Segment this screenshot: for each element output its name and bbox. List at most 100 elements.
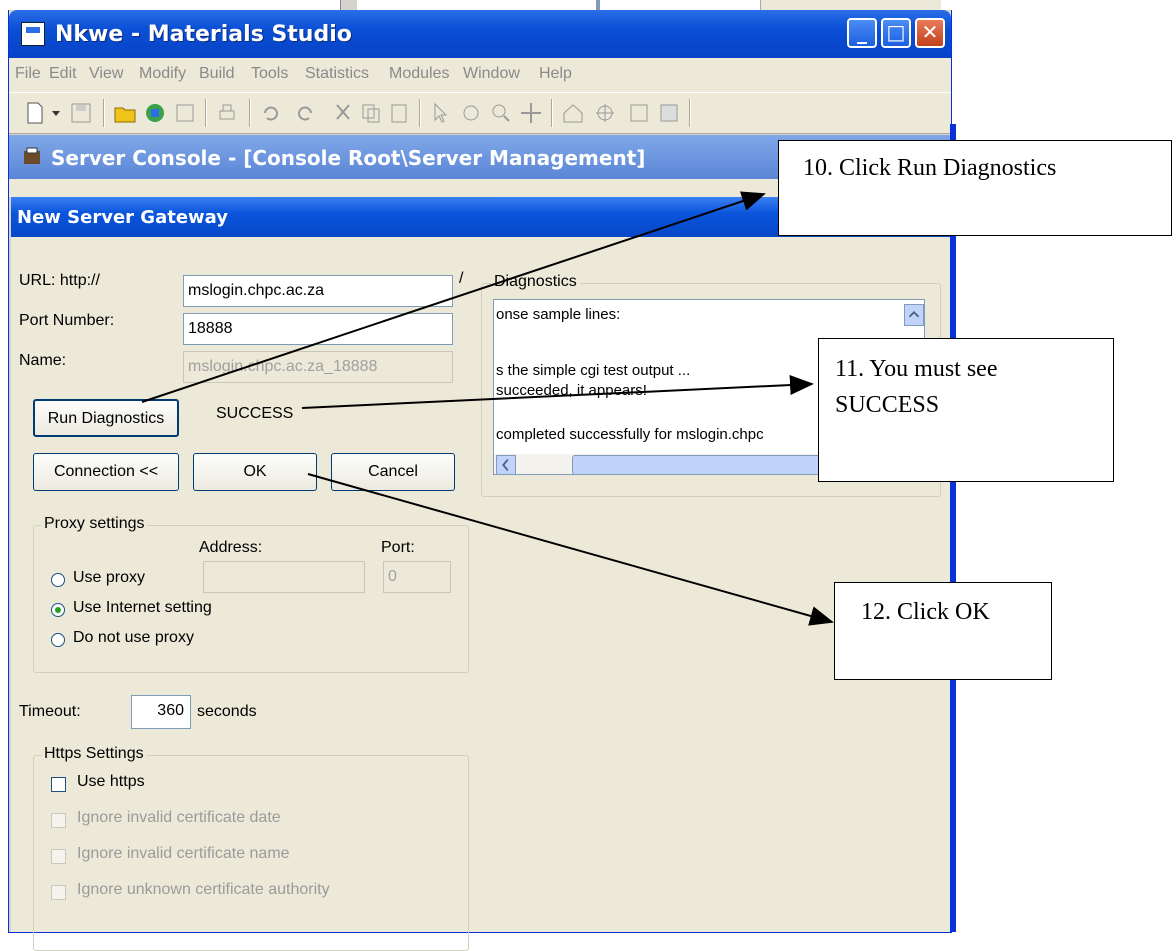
ignore-cert-name-checkbox: [51, 849, 66, 864]
menu-help[interactable]: Help: [539, 65, 572, 83]
center-icon[interactable]: [593, 101, 617, 125]
export-icon[interactable]: [173, 101, 197, 125]
copy-icon[interactable]: [359, 101, 383, 125]
menu-tools[interactable]: Tools: [251, 65, 288, 83]
callout-step-12-text: 12. Click OK: [861, 599, 990, 625]
connection-toggle-button[interactable]: Connection <<: [33, 453, 179, 491]
translate-icon[interactable]: [519, 101, 543, 125]
home-view-icon[interactable]: [561, 101, 585, 125]
run-diagnostics-button[interactable]: Run Diagnostics: [33, 399, 179, 437]
use-proxy-label: Use proxy: [73, 569, 146, 586]
select-arrow-icon[interactable]: [429, 101, 453, 125]
menu-edit[interactable]: Edit: [49, 65, 77, 83]
use-proxy-radio[interactable]: [51, 573, 65, 587]
ignore-unknown-ca-label: Ignore unknown certificate authority: [77, 881, 330, 898]
callout-step-10: 10. Click Run Diagnostics: [778, 140, 1172, 236]
diagnostics-line: succeeded, it appears!: [496, 382, 647, 399]
proxy-port-label: Port:: [381, 539, 415, 556]
zoom-icon[interactable]: [489, 101, 513, 125]
undo-icon[interactable]: [259, 101, 283, 125]
port-label: Port Number:: [19, 312, 115, 329]
redo-icon[interactable]: [293, 101, 317, 125]
chevron-up-icon: [908, 311, 920, 318]
main-titlebar: Nkwe - Materials Studio _ □ ✕: [9, 10, 951, 58]
server-console-icon: [24, 147, 40, 164]
save-icon[interactable]: [69, 101, 93, 125]
menu-modules[interactable]: Modules: [389, 65, 449, 83]
ok-button[interactable]: OK: [193, 453, 317, 491]
main-menubar: File Edit View Modify Build Tools Statis…: [9, 58, 951, 92]
toolbar-separator: [205, 99, 207, 127]
open-folder-icon[interactable]: [113, 101, 137, 125]
application-icon: [21, 22, 45, 46]
use-internet-setting-radio[interactable]: [51, 603, 65, 617]
use-https-label: Use https: [77, 773, 145, 790]
timeout-label: Timeout:: [19, 703, 81, 720]
dialog-title: New Server Gateway: [17, 207, 228, 228]
toolbar-separator: [551, 99, 553, 127]
use-internet-setting-label: Use Internet setting: [73, 599, 212, 616]
do-not-use-proxy-radio[interactable]: [51, 633, 65, 647]
cut-icon[interactable]: [331, 101, 355, 125]
ignore-cert-date-checkbox: [51, 813, 66, 828]
print-icon[interactable]: [215, 101, 239, 125]
menu-statistics[interactable]: Statistics: [305, 65, 369, 83]
callout-step-11-line2: SUCCESS: [835, 392, 940, 418]
main-window-title: Nkwe - Materials Studio: [55, 22, 352, 47]
https-settings-label: Https Settings: [41, 745, 147, 763]
maximize-button[interactable]: □: [881, 18, 911, 48]
toolbar-separator: [103, 99, 105, 127]
new-server-gateway-dialog: New Server Gateway URL: http:// mslogin.…: [11, 197, 951, 951]
callout-step-11-line1: 11. You must see: [835, 356, 998, 382]
use-https-checkbox[interactable]: [51, 777, 66, 792]
main-toolbar: [9, 92, 951, 134]
ignore-cert-name-label: Ignore invalid certificate name: [77, 845, 290, 862]
url-slash: /: [459, 270, 464, 287]
paste-icon[interactable]: [387, 101, 411, 125]
cancel-button[interactable]: Cancel: [331, 453, 455, 491]
ignore-cert-date-label: Ignore invalid certificate date: [77, 809, 281, 826]
minimize-button[interactable]: _: [847, 18, 877, 48]
scroll-left-button[interactable]: [496, 455, 516, 474]
toolbar-separator: [249, 99, 251, 127]
callout-step-10-text: 10. Click Run Diagnostics: [803, 155, 1057, 181]
name-input: mslogin.chpc.ac.za_18888: [183, 351, 453, 383]
toolbar-separator: [419, 99, 421, 127]
server-console-title: Server Console - [Console Root\Server Ma…: [51, 146, 646, 170]
ignore-unknown-ca-checkbox: [51, 885, 66, 900]
menu-build[interactable]: Build: [199, 65, 235, 83]
url-input[interactable]: mslogin.chpc.ac.za: [183, 275, 453, 307]
scroll-thumb[interactable]: [572, 455, 822, 474]
port-input[interactable]: 18888: [183, 313, 453, 345]
url-label: URL: http://: [19, 272, 100, 289]
name-label: Name:: [19, 352, 67, 369]
timeout-input[interactable]: 360: [131, 695, 191, 729]
callout-step-12: 12. Click OK: [834, 582, 1052, 680]
diagnostics-line: completed successfully for mslogin.chpc: [496, 426, 764, 443]
menu-modify[interactable]: Modify: [139, 65, 186, 83]
dropdown-arrow-icon[interactable]: [49, 101, 63, 125]
proxy-settings-label: Proxy settings: [41, 515, 148, 533]
timeout-unit-label: seconds: [197, 703, 257, 720]
do-not-use-proxy-label: Do not use proxy: [73, 629, 194, 646]
fit-view-icon[interactable]: [627, 101, 651, 125]
web-import-icon[interactable]: [143, 101, 167, 125]
rotate-icon[interactable]: [459, 101, 483, 125]
close-button[interactable]: ✕: [915, 18, 945, 48]
proxy-port-input: 0: [383, 561, 451, 593]
dialog-body: URL: http:// mslogin.chpc.ac.za / Port N…: [11, 237, 951, 951]
proxy-address-label: Address:: [199, 539, 263, 556]
menu-view[interactable]: View: [89, 65, 123, 83]
window-right-border: [950, 124, 956, 932]
display-style-icon[interactable]: [657, 101, 681, 125]
diagnostics-line: onse sample lines:: [496, 306, 621, 323]
background-window-fragment: [596, 0, 600, 10]
menu-window[interactable]: Window: [463, 65, 520, 83]
diagnostics-line: s the simple cgi test output ...: [496, 362, 691, 379]
chevron-left-icon: [502, 459, 509, 471]
background-window-fragment: [760, 0, 941, 10]
menu-file[interactable]: File: [15, 65, 41, 83]
new-document-icon[interactable]: [23, 101, 47, 125]
toolbar-separator: [689, 99, 691, 127]
scroll-up-button[interactable]: [904, 304, 924, 326]
